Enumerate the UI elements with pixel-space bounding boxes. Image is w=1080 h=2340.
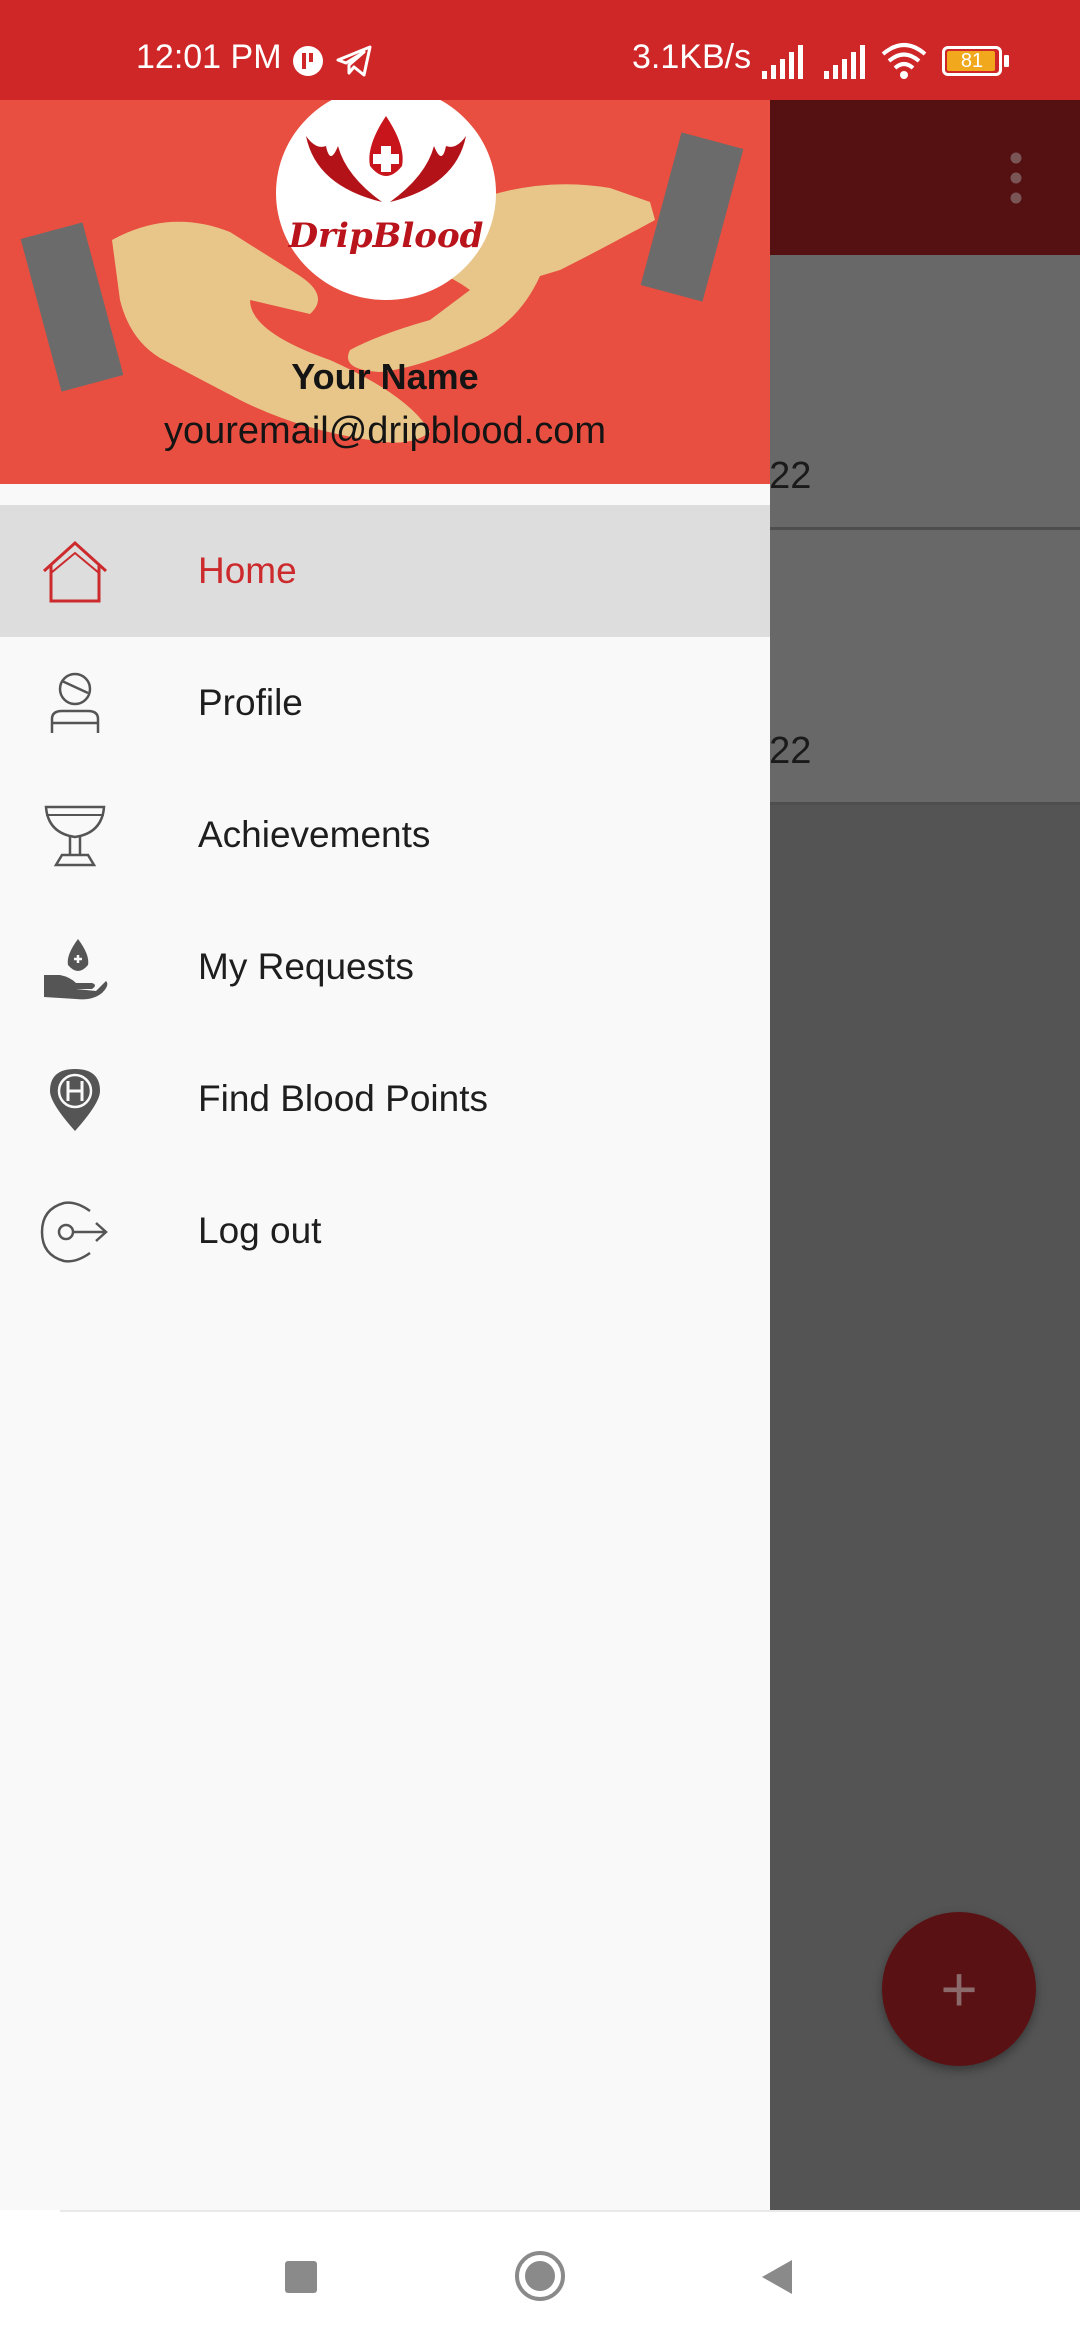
menu-label: Home <box>198 550 297 591</box>
blood-logo-icon <box>306 116 466 202</box>
wifi-icon <box>881 43 927 79</box>
add-request-button[interactable]: + <box>882 1912 1036 2066</box>
back-button[interactable] <box>760 2258 794 2296</box>
signal-icon <box>762 45 803 79</box>
menu-item-log-out[interactable]: Log out <box>0 1165 770 1297</box>
user-name: Your Name <box>291 356 479 397</box>
home-button[interactable] <box>514 2250 566 2302</box>
menu-item-home[interactable]: Home <box>0 505 770 637</box>
navigation-drawer: DripBlood Your Name youremail@dripblood.… <box>0 100 770 2210</box>
menu-label: Achievements <box>198 814 431 855</box>
menu-label: Log out <box>198 1210 322 1251</box>
user-email: youremail@dripblood.com <box>164 410 606 452</box>
recents-button[interactable] <box>284 2260 318 2294</box>
hospital-location-icon <box>50 1069 100 1131</box>
menu-label: Find Blood Points <box>198 1078 489 1119</box>
menu-item-profile[interactable]: Profile <box>0 637 770 769</box>
battery-level: 81 <box>960 50 984 72</box>
status-time: 12:01 PM <box>136 38 282 76</box>
home-icon <box>42 540 108 603</box>
profile-icon <box>50 672 100 733</box>
more-options-icon[interactable] <box>1010 152 1022 204</box>
battery-icon: 81 <box>942 46 1002 76</box>
trophy-icon <box>44 805 106 867</box>
menu-item-my-requests[interactable]: My Requests <box>0 901 770 1033</box>
menu-label: Profile <box>198 682 303 723</box>
menu-item-achievements[interactable]: Achievements <box>0 769 770 901</box>
nav-divider <box>60 2210 1080 2212</box>
signal-icon <box>824 45 865 79</box>
drawer-header: DripBlood Your Name youremail@dripblood.… <box>0 100 770 484</box>
logo-text: DripBlood <box>288 216 484 256</box>
telegram-icon <box>336 45 372 77</box>
menu-label: My Requests <box>198 946 414 987</box>
drawer-menu: Home Profile Achievements My Requests Fi… <box>0 505 770 1297</box>
menu-item-find-blood-points[interactable]: Find Blood Points <box>0 1033 770 1165</box>
notification-app-icon <box>293 46 323 76</box>
system-navigation-bar <box>0 2210 1080 2340</box>
network-speed: 3.1KB/s <box>632 38 752 76</box>
blood-donation-icon <box>44 939 108 1000</box>
battery-cap <box>1004 55 1009 67</box>
plus-icon: + <box>940 1953 978 2025</box>
status-bar: 12:01 PM 3.1KB/s 81 <box>0 0 1080 100</box>
logout-icon <box>40 1201 108 1263</box>
